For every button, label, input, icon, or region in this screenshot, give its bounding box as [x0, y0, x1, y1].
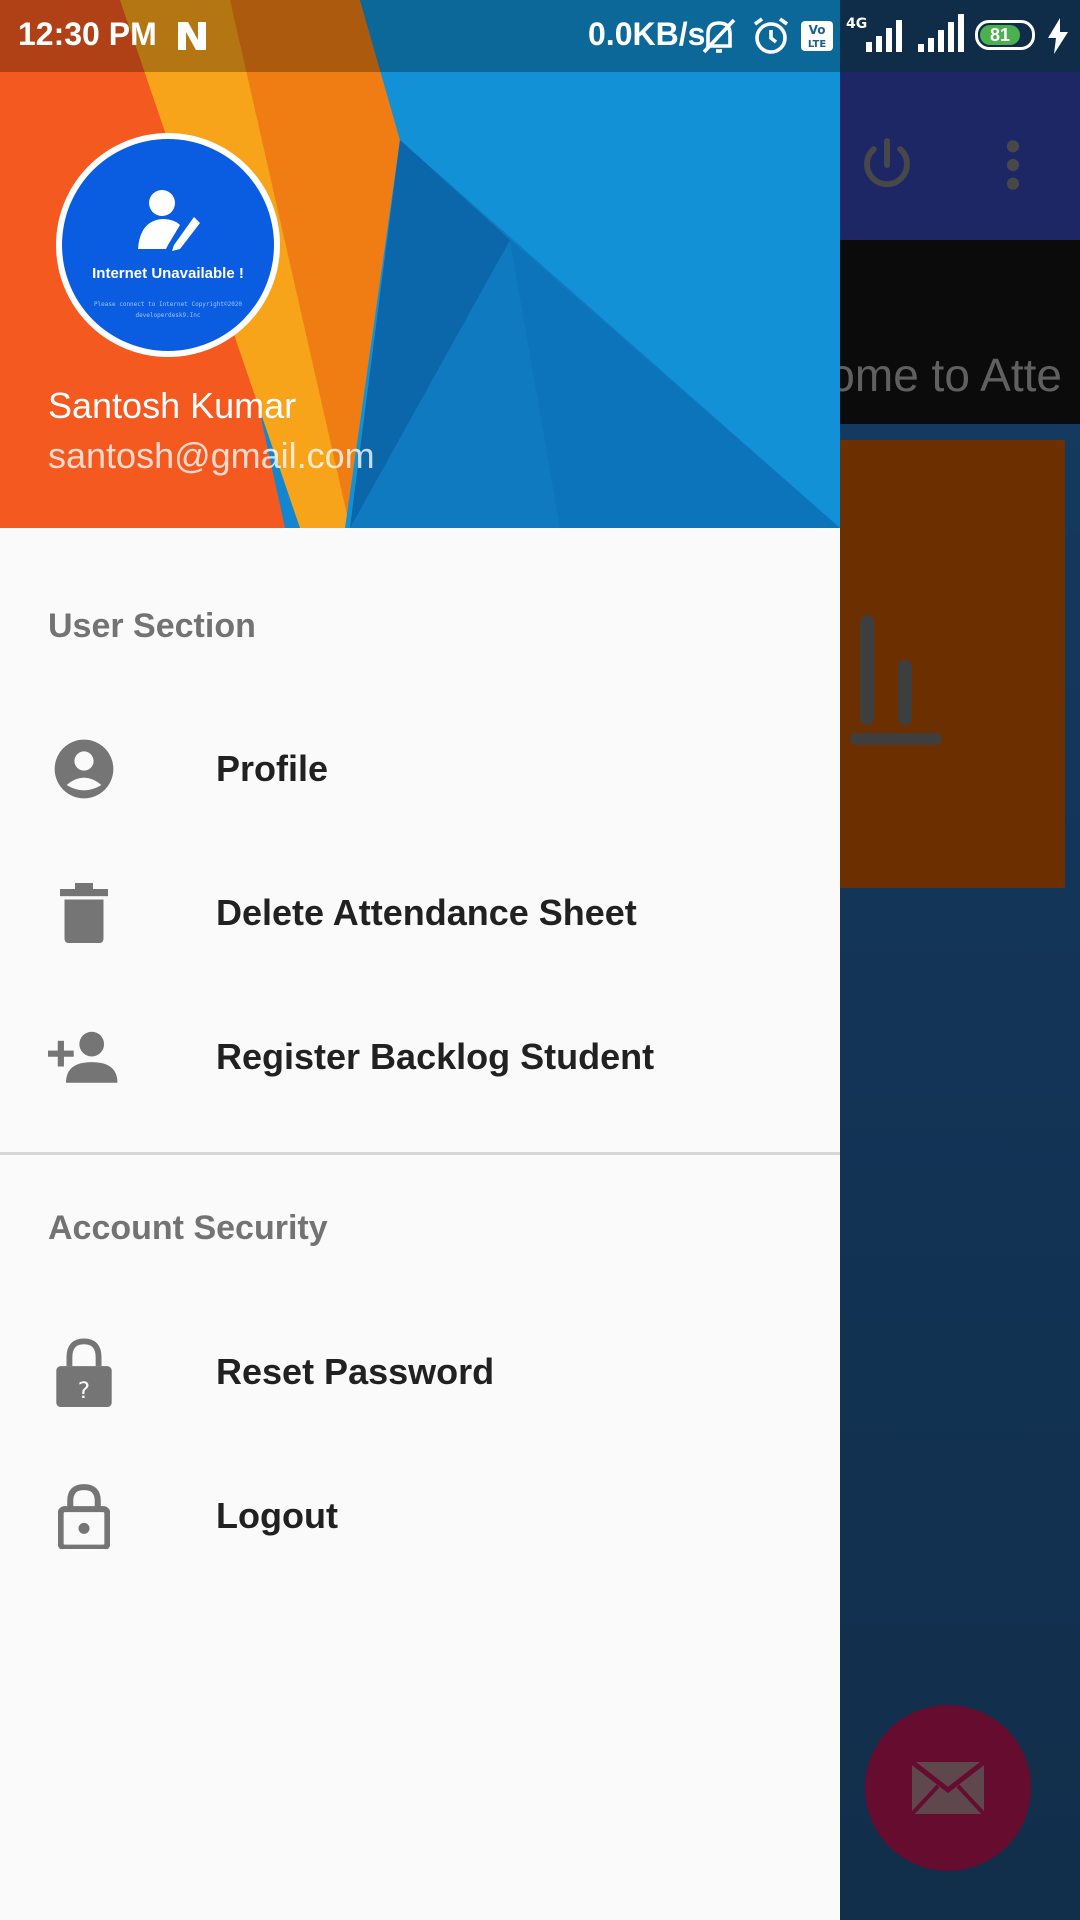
- menu-label: Register Backlog Student: [216, 1036, 655, 1077]
- user-email: santosh@gmail.com: [48, 435, 375, 476]
- menu-label: Profile: [216, 748, 329, 789]
- volte-icon: Vo LTE: [801, 21, 833, 51]
- account-circle-icon: [44, 729, 124, 809]
- avatar[interactable]: Internet Unavailable ! Please connect to…: [56, 133, 280, 357]
- menu-label: Reset Password: [216, 1351, 495, 1392]
- navigation-drawer: Internet Unavailable ! Please connect to…: [0, 0, 840, 1920]
- menu-item-profile[interactable]: Profile: [0, 697, 840, 841]
- lock-icon: [44, 1476, 124, 1556]
- menu-label: Delete Attendance Sheet: [216, 892, 637, 933]
- signal-icon: 4G: [846, 16, 902, 52]
- n-notification-icon: [178, 22, 206, 50]
- signal-icon: [918, 14, 964, 52]
- delete-icon: [44, 873, 124, 953]
- charging-icon: [1048, 18, 1068, 54]
- menu-label: Logout: [216, 1495, 338, 1536]
- network-type: 4G: [846, 16, 867, 32]
- status-bar: 12:30 PM 0.0KB/s Vo LTE 4G 81: [0, 0, 1080, 72]
- status-time: 12:30 PM: [18, 16, 157, 52]
- menu-item-logout[interactable]: Logout: [0, 1444, 840, 1588]
- section-divider: [0, 1152, 840, 1155]
- section-title-account-security: Account Security: [48, 1209, 328, 1247]
- user-edit-icon: [138, 190, 200, 251]
- user-name: Santosh Kumar: [48, 385, 297, 426]
- battery-icon: 81: [975, 20, 1035, 50]
- battery-level: 81: [980, 25, 1020, 45]
- drawer-header: Internet Unavailable ! Please connect to…: [0, 0, 840, 528]
- svg-text:LTE: LTE: [808, 39, 827, 50]
- menu-item-register-backlog-student[interactable]: Register Backlog Student: [0, 985, 840, 1129]
- svg-text:?: ?: [78, 1376, 90, 1404]
- avatar-subtext: Please connect to Internet Copyright©202…: [93, 301, 243, 319]
- avatar-text: Internet Unavailable !: [92, 265, 244, 282]
- alarm-icon: [753, 17, 789, 54]
- mute-icon: [702, 18, 736, 54]
- menu-item-delete-attendance-sheet[interactable]: Delete Attendance Sheet: [0, 841, 840, 985]
- menu-item-reset-password[interactable]: ? Reset Password: [0, 1300, 840, 1444]
- svg-text:Vo: Vo: [809, 23, 826, 37]
- lock-question-icon: ?: [44, 1332, 124, 1412]
- net-speed: 0.0KB/s: [588, 16, 706, 52]
- person-add-icon: [44, 1017, 124, 1097]
- avatar-image: Internet Unavailable ! Please connect to…: [62, 139, 274, 351]
- section-title-user: User Section: [48, 607, 256, 645]
